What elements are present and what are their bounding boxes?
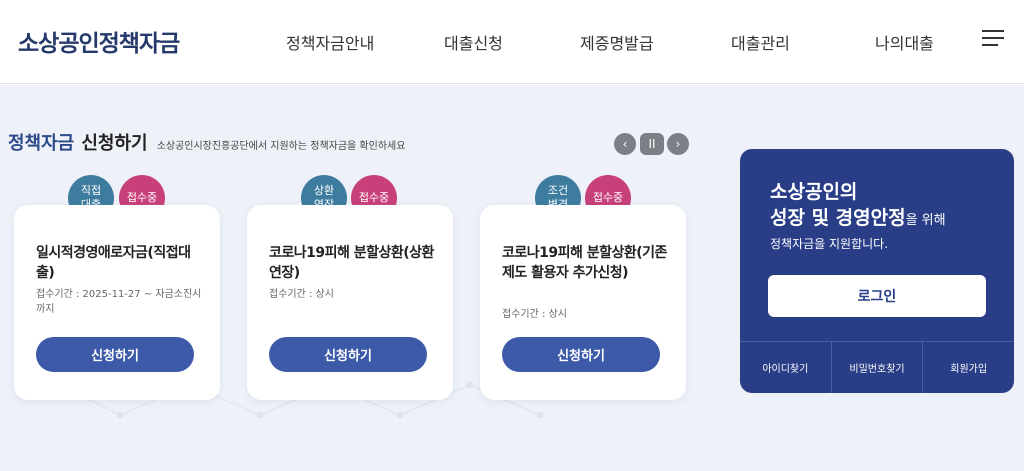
fund-card: 코로나19피해 분할상환(상환연장) 접수기간 : 상시 신청하기 (247, 205, 453, 400)
nav-certificate-issuance[interactable]: 제증명발급 (580, 30, 654, 54)
find-password-link[interactable]: 비밀번호찾기 (830, 342, 923, 393)
apply-button[interactable]: 신청하기 (502, 337, 660, 372)
pause-icon: II (648, 137, 656, 151)
nav-my-loan[interactable]: 나의대출 (875, 30, 934, 54)
slider-pause-button[interactable]: II (640, 133, 664, 155)
section-title-main: 신청하기 (81, 133, 148, 154)
apply-button[interactable]: 신청하기 (269, 337, 427, 372)
panel-headline-line1: 소상공인의 (770, 181, 858, 203)
panel-headline-suffix: 을 위해 (905, 213, 946, 228)
login-panel: 소상공인의 성장 및 경영안정을 위해 정책자금을 지원합니다. 로그인 아이디… (740, 149, 1014, 393)
panel-subtext: 정책자금을 지원합니다. (770, 237, 889, 251)
login-button[interactable]: 로그인 (768, 275, 986, 317)
fund-card-period: 접수기간 : 2025-11-27 ~ 자금소진시까지 (36, 289, 202, 315)
site-logo[interactable]: 소상공인정책자금 (18, 24, 180, 58)
section-title-highlight: 정책자금 (8, 133, 75, 154)
panel-headline-line2: 성장 및 경영안정 (770, 207, 906, 229)
fund-card: 코로나19피해 분할상환(기존제도 활용자 추가신청) 접수기간 : 상시 신청… (480, 205, 686, 400)
chevron-right-icon: › (675, 137, 681, 151)
account-links: 아이디찾기 비밀번호찾기 회원가입 (740, 341, 1014, 393)
panel-headline: 소상공인의 성장 및 경영안정을 위해 (770, 179, 946, 234)
loan-type-line1: 직접 (80, 184, 102, 197)
slider-next-button[interactable]: › (667, 133, 689, 155)
menu-icon[interactable] (982, 30, 1004, 48)
site-header: 소상공인정책자금 정책자금안내 대출신청 제증명발급 대출관리 나의대출 (0, 0, 1024, 84)
sign-up-link[interactable]: 회원가입 (922, 342, 1014, 393)
fund-card-title: 코로나19피해 분할상환(상환연장) (269, 245, 434, 281)
slider-prev-button[interactable]: ‹ (614, 133, 636, 155)
section-title: 정책자금 신청하기 소상공인시장진흥공단에서 지원하는 정책자금을 확인하세요 (8, 129, 405, 155)
nav-policy-fund-guide[interactable]: 정책자금안내 (286, 30, 374, 54)
loan-type-line1: 상환 (313, 184, 335, 197)
find-id-link[interactable]: 아이디찾기 (740, 342, 831, 393)
apply-button[interactable]: 신청하기 (36, 337, 194, 372)
chevron-left-icon: ‹ (622, 137, 628, 151)
fund-card-period: 접수기간 : 상시 (269, 289, 334, 300)
fund-card: 일시적경영애로자금(직접대출) 접수기간 : 2025-11-27 ~ 자금소진… (14, 205, 220, 400)
nav-loan-application[interactable]: 대출신청 (444, 30, 503, 54)
section-subtitle: 소상공인시장진흥공단에서 지원하는 정책자금을 확인하세요 (156, 141, 406, 152)
fund-card-period: 접수기간 : 상시 (502, 309, 567, 320)
fund-card-title: 일시적경영애로자금(직접대출) (36, 245, 191, 281)
nav-loan-management[interactable]: 대출관리 (731, 30, 790, 54)
fund-card-title: 코로나19피해 분할상환(기존제도 활용자 추가신청) (502, 245, 667, 281)
main-content: 정책자금 신청하기 소상공인시장진흥공단에서 지원하는 정책자금을 확인하세요 … (0, 85, 1024, 471)
loan-type-line1: 조건 (547, 184, 569, 197)
